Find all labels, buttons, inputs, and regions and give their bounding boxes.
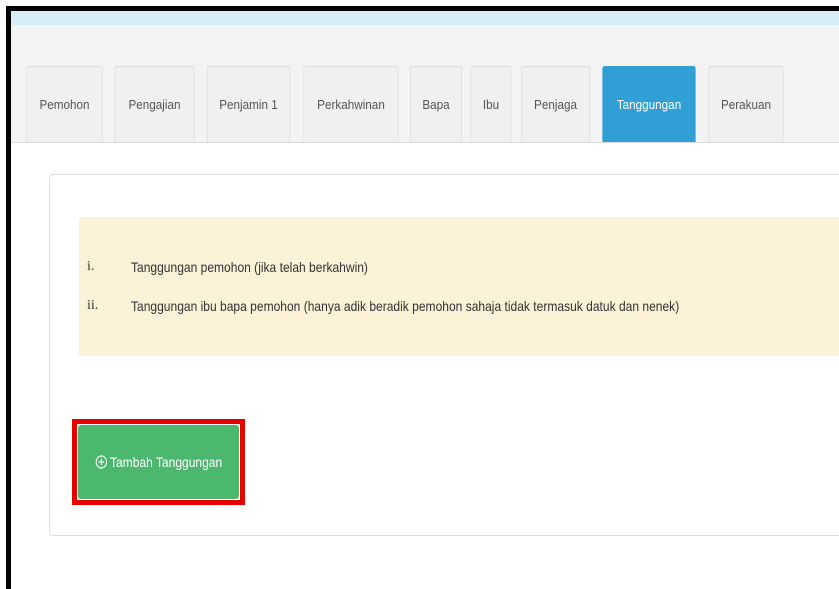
alert-item-text: Tanggungan ibu bapa pemohon (hanya adik … — [131, 298, 680, 314]
add-tanggungan-label: Tambah Tanggungan — [109, 454, 222, 470]
tab-tanggungan[interactable]: Tanggungan — [602, 66, 696, 142]
tab-perkahwinan[interactable]: Perkahwinan — [303, 66, 399, 142]
tab-ibu[interactable]: Ibu — [470, 66, 512, 142]
tab-label: Bapa — [422, 97, 450, 112]
screenshot-frame: Pemohon Pengajian Penjamin 1 Perkahwinan… — [0, 0, 839, 589]
top-bar — [11, 11, 839, 25]
tab-perakuan[interactable]: Perakuan — [708, 66, 784, 142]
tab-label: Pemohon — [39, 97, 90, 112]
tab-bapa[interactable]: Bapa — [409, 66, 463, 142]
tab-pengajian[interactable]: Pengajian — [114, 66, 195, 142]
frame-border-top — [6, 6, 839, 11]
frame-border-left — [6, 6, 11, 589]
tab-label: Perkahwinan — [317, 97, 385, 112]
tab-label: Penjaga — [534, 97, 577, 112]
alert-item-number: ii. — [87, 298, 99, 313]
alert-item-text: Tanggungan pemohon (jika telah berkahwin… — [131, 259, 368, 275]
add-tanggungan-button[interactable]: Tambah Tanggungan — [78, 425, 239, 499]
tab-label: Tanggungan — [616, 97, 682, 112]
info-alert: i. Tanggungan pemohon (jika telah berkah… — [79, 217, 839, 356]
tab-penjamin-1[interactable]: Penjamin 1 — [206, 66, 291, 142]
tab-bar: Pemohon Pengajian Penjamin 1 Perkahwinan… — [22, 66, 791, 142]
tab-label: Pengajian — [128, 97, 181, 112]
tab-penjaga[interactable]: Penjaga — [520, 66, 591, 142]
tab-label: Perakuan — [720, 97, 772, 112]
tab-label: Ibu — [482, 97, 500, 112]
alert-item-number: i. — [87, 259, 95, 274]
plus-circle-icon — [95, 455, 107, 469]
tab-label: Penjamin 1 — [219, 97, 278, 112]
tab-pemohon[interactable]: Pemohon — [26, 66, 103, 142]
